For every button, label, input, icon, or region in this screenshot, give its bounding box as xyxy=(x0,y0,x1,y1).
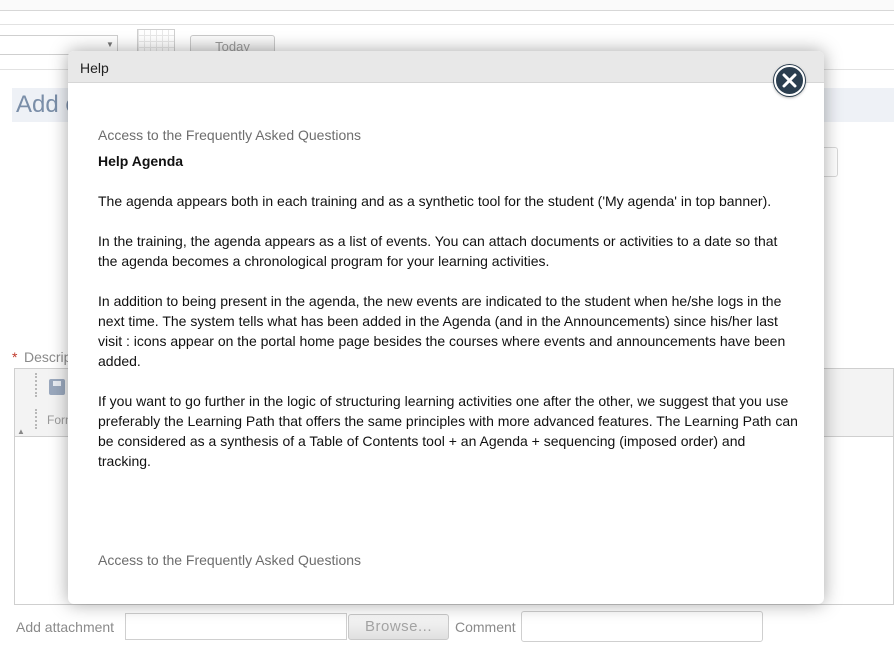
faq-link-top[interactable]: Access to the Frequently Asked Questions xyxy=(98,125,798,145)
close-icon xyxy=(782,73,797,88)
dialog-body: Access to the Frequently Asked Questions… xyxy=(98,125,798,471)
help-paragraph: The agenda appears both in each training… xyxy=(98,193,772,209)
dialog-title: Help xyxy=(80,60,109,76)
faq-link-bottom[interactable]: Access to the Frequently Asked Questions xyxy=(98,552,361,568)
help-dialog: Help Access to the Frequently Asked Ques… xyxy=(68,51,824,604)
dialog-header: Help xyxy=(68,51,824,83)
close-button[interactable] xyxy=(774,65,805,96)
help-paragraph: In the training, the agenda appears as a… xyxy=(98,233,778,269)
help-paragraph: If you want to go further in the logic o… xyxy=(98,393,798,469)
help-heading: Help Agenda xyxy=(98,153,184,169)
help-paragraph: In addition to being present in the agen… xyxy=(98,293,786,369)
